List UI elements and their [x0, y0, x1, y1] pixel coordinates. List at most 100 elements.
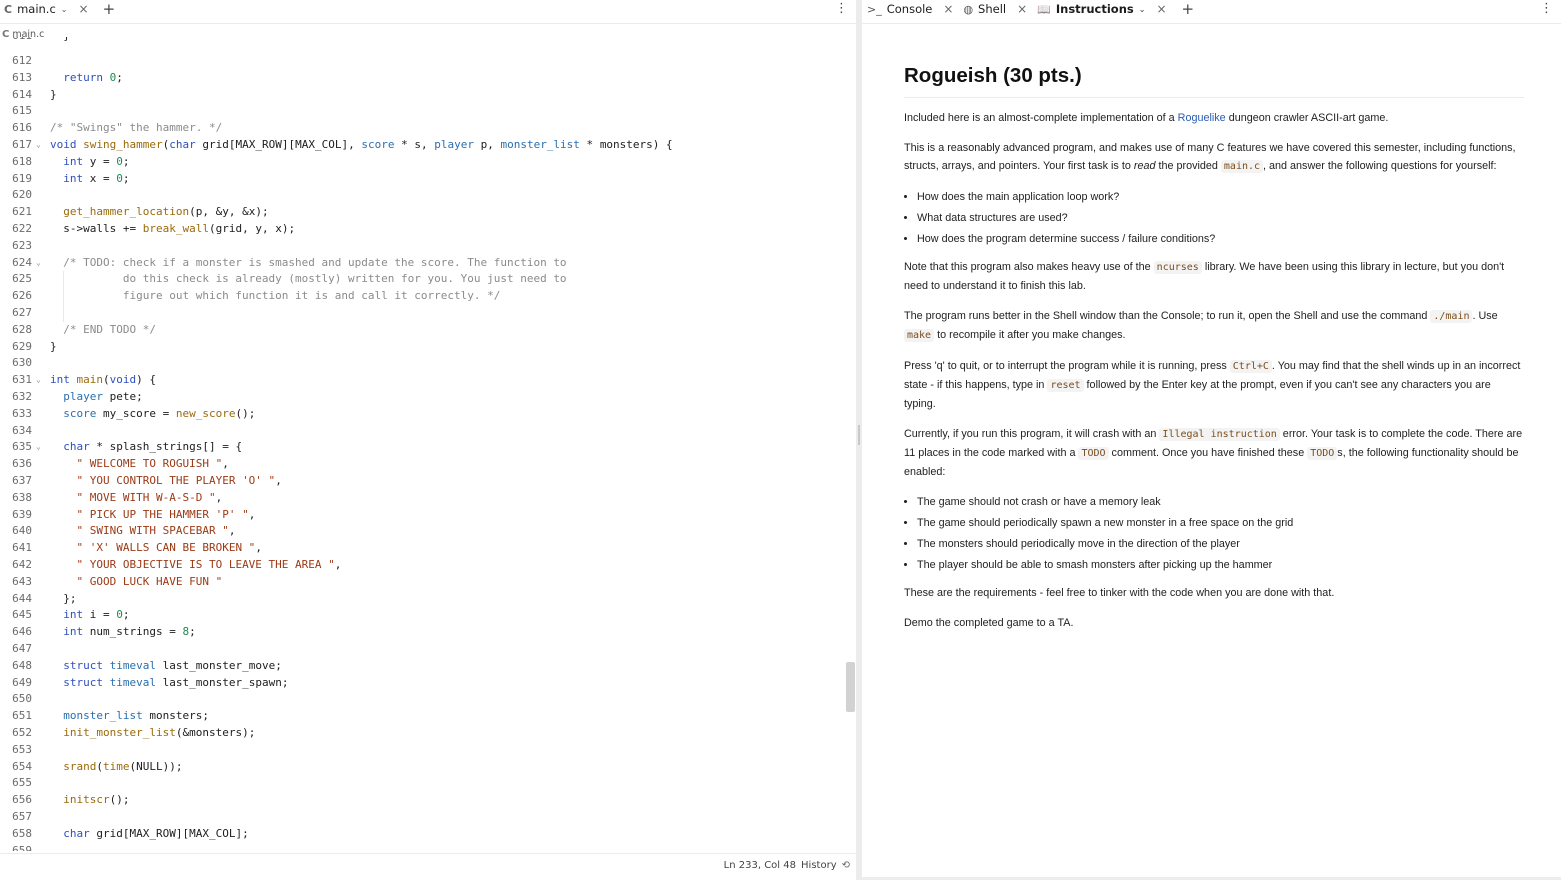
code-line[interactable]: 618 int y = 0;	[0, 154, 846, 171]
code-text: init_monster_list(&monsters);	[63, 726, 256, 739]
code-line[interactable]: 654 srand(time(NULL));	[0, 759, 846, 776]
code-line[interactable]: 641 " 'X' WALLS CAN BE BROKEN ",	[0, 540, 846, 557]
new-tab-button[interactable]: +	[97, 2, 122, 17]
tab-shell[interactable]: ◍ Shell ×	[958, 0, 1032, 18]
line-number: 649	[12, 675, 32, 689]
code-line[interactable]: 621 get_hammer_location(p, &y, &x);	[0, 204, 846, 221]
close-icon[interactable]: ×	[1156, 2, 1166, 16]
code-line[interactable]: 612	[0, 53, 846, 70]
code-line[interactable]: 647	[0, 641, 846, 658]
code-line-partial: 659	[0, 843, 846, 851]
code-line[interactable]: 648 struct timeval last_monster_move;	[0, 658, 846, 675]
code-line[interactable]: 637 " YOU CONTROL THE PLAYER 'O' ",	[0, 473, 846, 490]
close-icon[interactable]: ×	[943, 2, 953, 16]
code-editor[interactable]: 611 } 612613 return 0;614}615616/* "Swin…	[0, 37, 846, 851]
line-number: 631	[12, 373, 32, 387]
code-line[interactable]: 658 char grid[MAX_ROW][MAX_COL];	[0, 826, 846, 843]
code-line[interactable]: 629}	[0, 339, 846, 356]
code-text: /* TODO: check if a monster is smashed a…	[50, 255, 567, 269]
code-text: s->walls += break_wall(grid, y, x);	[63, 222, 296, 235]
line-number: 632	[12, 390, 32, 403]
tab-shell-label: Shell	[978, 2, 1007, 16]
code-line[interactable]: 649 struct timeval last_monster_spawn;	[0, 675, 846, 692]
code-line[interactable]: 624 ⌄ /* TODO: check if a monster is smas…	[0, 255, 846, 272]
line-number: 638	[12, 490, 32, 504]
code-line[interactable]: 619 int x = 0;	[0, 171, 846, 188]
tab-console[interactable]: >_ Console ×	[862, 0, 958, 18]
code-line[interactable]: 626 figure out which function it is and …	[0, 288, 846, 305]
code-text: int y = 0;	[63, 154, 130, 168]
code-line[interactable]: 657	[0, 809, 846, 826]
code-line[interactable]: 636 " WELCOME TO ROGUISH ",	[0, 456, 846, 473]
code-line[interactable]: 638 " MOVE WITH W-A-S-D ",	[0, 490, 846, 507]
fold-chevron-icon[interactable]: ⌄	[36, 137, 41, 154]
code-line[interactable]: 634	[0, 423, 846, 440]
chevron-down-icon[interactable]: ⌄	[61, 5, 68, 14]
code-line[interactable]: 623	[0, 238, 846, 255]
code-line[interactable]: 655	[0, 775, 846, 792]
vertical-scrollbar[interactable]	[846, 662, 855, 712]
close-icon[interactable]: ×	[79, 2, 89, 16]
close-icon[interactable]: ×	[1017, 2, 1027, 16]
code-line[interactable]: 651 monster_list monsters;	[0, 708, 846, 725]
code-line[interactable]: 650	[0, 691, 846, 708]
line-number: 659	[12, 843, 32, 851]
code-line[interactable]: 640 " SWING WITH SPACEBAR ",	[0, 523, 846, 540]
resize-grip[interactable]	[858, 425, 860, 445]
line-number: 618	[12, 154, 32, 168]
paragraph-crash: Currently, if you run this program, it w…	[904, 428, 1523, 478]
code-line[interactable]: 635 ⌄ char * splash_strings[] = {	[0, 439, 846, 456]
code-text: " MOVE WITH W-A-S-D ",	[76, 490, 223, 504]
code-line[interactable]: 627	[0, 305, 846, 322]
tab-main-c[interactable]: C main.c ⌄ ×	[0, 0, 93, 18]
requirements-list: The game should not crash or have a memo…	[917, 493, 1524, 574]
list-item: How does the program determine success /…	[917, 230, 1524, 248]
code-line[interactable]: 617 ⌄ void swing_hammer(char grid[MAX_ROW]…	[0, 137, 846, 154]
code-line[interactable]: 631 ⌄ int main(void) {	[0, 372, 846, 389]
code-line[interactable]: 630	[0, 355, 846, 372]
tab-instructions[interactable]: 📖 Instructions ⌄ ×	[1032, 0, 1171, 18]
code-text: " SWING WITH SPACEBAR ",	[76, 524, 236, 538]
more-options-icon[interactable]: ⋮	[835, 0, 848, 17]
code-line[interactable]: 645 int i = 0;	[0, 607, 846, 624]
code-line[interactable]: 643 " GOOD LUCK HAVE FUN "	[0, 574, 846, 591]
more-options-icon[interactable]: ⋮	[1540, 0, 1553, 17]
history-button[interactable]: History ⟲	[801, 860, 850, 871]
fold-chevron-icon[interactable]: ⌄	[36, 372, 41, 389]
code-line[interactable]: 616 /* "Swings" the hammer. */	[0, 120, 846, 137]
cursor-position[interactable]: Ln 233, Col 48	[724, 860, 796, 871]
code-line[interactable]: 614}	[0, 87, 846, 104]
line-number: 615	[12, 104, 32, 118]
roguelike-link[interactable]: Roguelike	[1178, 112, 1226, 124]
code-line[interactable]: 632 player pete;	[0, 389, 846, 406]
code-line[interactable]: 644 };	[0, 591, 846, 608]
line-number: 634	[12, 423, 32, 437]
code-line[interactable]: 639 " PICK UP THE HAMMER 'P' ",	[0, 507, 846, 524]
code-line[interactable]: 622 s->walls += break_wall(grid, y, x);	[0, 221, 846, 238]
list-item: How does the main application loop work?	[917, 188, 1524, 206]
list-item: The monsters should periodically move in…	[917, 535, 1524, 553]
code-line[interactable]: 613 return 0;	[0, 70, 846, 87]
new-tab-button[interactable]: +	[1176, 2, 1201, 17]
code-line[interactable]: 628 /* END TODO */	[0, 322, 846, 339]
questions-list: How does the main application loop work?…	[917, 188, 1524, 248]
code-line[interactable]: 633 score my_score = new_score();	[0, 406, 846, 423]
fold-chevron-icon[interactable]: ⌄	[36, 439, 41, 456]
chevron-down-icon[interactable]: ⌄	[1139, 5, 1146, 14]
line-number: 624	[12, 255, 32, 269]
paragraph-quit: Press 'q' to quit, or to interrupt the p…	[904, 360, 1521, 410]
code-text: struct timeval last_monster_move;	[63, 658, 282, 672]
code-line[interactable]: 646 int num_strings = 8;	[0, 624, 846, 641]
code-line[interactable]: 652 init_monster_list(&monsters);	[0, 725, 846, 742]
history-icon: ⟲	[841, 860, 850, 871]
fold-chevron-icon[interactable]: ⌄	[36, 255, 41, 272]
code-line[interactable]: 656 initscr();	[0, 792, 846, 809]
code-text: initscr();	[63, 793, 130, 807]
code-line[interactable]: 625 do this check is already (mostly) wr…	[0, 271, 846, 288]
line-number: 616	[12, 121, 32, 135]
line-number: 626	[12, 289, 32, 303]
code-line[interactable]: 653	[0, 742, 846, 759]
code-line[interactable]: 615	[0, 103, 846, 120]
code-line[interactable]: 642 " YOUR OBJECTIVE IS TO LEAVE THE ARE…	[0, 557, 846, 574]
code-line[interactable]: 620	[0, 187, 846, 204]
